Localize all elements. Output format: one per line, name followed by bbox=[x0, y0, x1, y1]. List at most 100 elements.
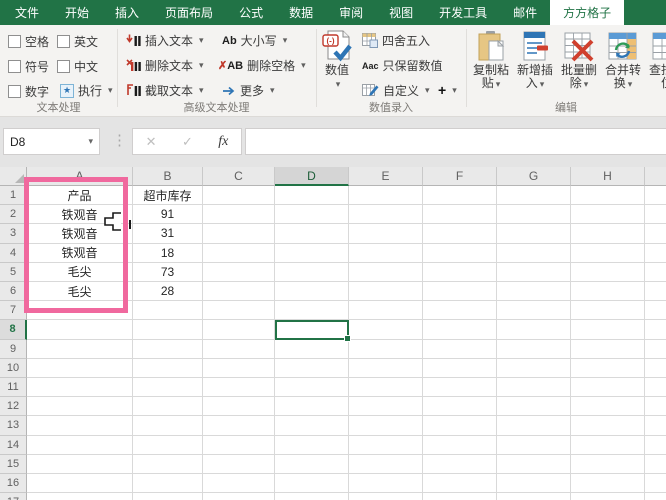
cell-G15[interactable] bbox=[497, 454, 571, 474]
cell-C14[interactable] bbox=[203, 435, 275, 455]
cell-H11[interactable] bbox=[571, 378, 645, 398]
cell-A15[interactable] bbox=[27, 454, 133, 474]
cell-F10[interactable] bbox=[423, 358, 497, 378]
cell-C2[interactable] bbox=[203, 205, 275, 225]
cell-H7[interactable] bbox=[571, 301, 645, 321]
row-header-13[interactable]: 13 bbox=[0, 416, 27, 436]
cell-B4[interactable]: 18 bbox=[133, 243, 203, 263]
cell-A12[interactable] bbox=[27, 397, 133, 417]
delete-space-button[interactable]: ✗AB 删除空格 bbox=[218, 57, 306, 74]
custom-button[interactable]: 自定义 bbox=[362, 82, 430, 99]
cell-C5[interactable] bbox=[203, 262, 275, 282]
cell-B2[interactable]: 91 bbox=[133, 205, 203, 225]
column-header-G[interactable]: G bbox=[497, 167, 571, 186]
cell-G2[interactable] bbox=[497, 205, 571, 225]
cell-B3[interactable]: 31 bbox=[133, 224, 203, 244]
cell-H8[interactable] bbox=[571, 320, 645, 340]
checkbox-english[interactable]: 英文 bbox=[57, 33, 98, 50]
cell-C17[interactable] bbox=[203, 493, 275, 500]
cell-G4[interactable] bbox=[497, 243, 571, 263]
insert-text-button[interactable]: 插入文本 bbox=[126, 32, 204, 49]
cell-A9[interactable] bbox=[27, 339, 133, 359]
cell-D7[interactable] bbox=[275, 301, 349, 321]
cell-F3[interactable] bbox=[423, 224, 497, 244]
cell-A5[interactable]: 毛尖 bbox=[27, 262, 133, 282]
cell-A2[interactable]: 铁观音 bbox=[27, 205, 133, 225]
cell-I12[interactable] bbox=[645, 397, 666, 417]
cell-B5[interactable]: 73 bbox=[133, 262, 203, 282]
cell-E5[interactable] bbox=[349, 262, 423, 282]
tab-page-layout[interactable]: 页面布局 bbox=[152, 0, 226, 25]
row-header-2[interactable]: 2 bbox=[0, 205, 27, 225]
cell-C6[interactable] bbox=[203, 282, 275, 302]
batch-delete-button[interactable]: 批量删 除 bbox=[556, 28, 602, 110]
cell-A3[interactable]: 铁观音 bbox=[27, 224, 133, 244]
cell-D11[interactable] bbox=[275, 378, 349, 398]
cell-D5[interactable] bbox=[275, 262, 349, 282]
cell-E8[interactable] bbox=[349, 320, 423, 340]
cell-I4[interactable] bbox=[645, 243, 666, 263]
tab-fangfanggezi[interactable]: 方方格子 bbox=[550, 0, 625, 25]
cell-B1[interactable]: 超市库存 bbox=[133, 186, 203, 206]
row-header-4[interactable]: 4 bbox=[0, 243, 27, 263]
cell-E10[interactable] bbox=[349, 358, 423, 378]
cell-G5[interactable] bbox=[497, 262, 571, 282]
cell-D10[interactable] bbox=[275, 358, 349, 378]
cell-C16[interactable] bbox=[203, 474, 275, 494]
cell-B9[interactable] bbox=[133, 339, 203, 359]
column-header-I[interactable]: I bbox=[645, 167, 666, 186]
round-button[interactable]: 四舍五入 bbox=[362, 32, 430, 49]
cell-H13[interactable] bbox=[571, 416, 645, 436]
cell-H15[interactable] bbox=[571, 454, 645, 474]
cell-C1[interactable] bbox=[203, 186, 275, 206]
cell-G12[interactable] bbox=[497, 397, 571, 417]
row-header-5[interactable]: 5 bbox=[0, 262, 27, 282]
cell-H17[interactable] bbox=[571, 493, 645, 500]
cell-C7[interactable] bbox=[203, 301, 275, 321]
cell-F17[interactable] bbox=[423, 493, 497, 500]
cell-D13[interactable] bbox=[275, 416, 349, 436]
cell-G10[interactable] bbox=[497, 358, 571, 378]
cell-I13[interactable] bbox=[645, 416, 666, 436]
tab-view[interactable]: 视图 bbox=[376, 0, 426, 25]
cell-B7[interactable] bbox=[133, 301, 203, 321]
cell-E11[interactable] bbox=[349, 378, 423, 398]
cell-H10[interactable] bbox=[571, 358, 645, 378]
cell-G3[interactable] bbox=[497, 224, 571, 244]
value-big-button[interactable]: (-) 数值 bbox=[315, 28, 359, 110]
cell-F9[interactable] bbox=[423, 339, 497, 359]
cell-G6[interactable] bbox=[497, 282, 571, 302]
cell-C10[interactable] bbox=[203, 358, 275, 378]
cell-F7[interactable] bbox=[423, 301, 497, 321]
cell-E13[interactable] bbox=[349, 416, 423, 436]
name-box[interactable]: D8 ▾ bbox=[3, 128, 100, 155]
cell-F6[interactable] bbox=[423, 282, 497, 302]
tab-formulas[interactable]: 公式 bbox=[226, 0, 276, 25]
row-header-17[interactable]: 17 bbox=[0, 493, 27, 500]
row-header-8[interactable]: 8 bbox=[0, 320, 27, 340]
cell-B15[interactable] bbox=[133, 454, 203, 474]
cell-D6[interactable] bbox=[275, 282, 349, 302]
cell-A10[interactable] bbox=[27, 358, 133, 378]
cell-C8[interactable] bbox=[203, 320, 275, 340]
cell-E1[interactable] bbox=[349, 186, 423, 206]
cell-F11[interactable] bbox=[423, 378, 497, 398]
checkbox-number[interactable]: 数字 bbox=[8, 83, 49, 100]
cell-I11[interactable] bbox=[645, 378, 666, 398]
cell-H3[interactable] bbox=[571, 224, 645, 244]
cell-C15[interactable] bbox=[203, 454, 275, 474]
name-box-dropdown-icon[interactable]: ▾ bbox=[88, 136, 93, 147]
cell-B11[interactable] bbox=[133, 378, 203, 398]
cell-G1[interactable] bbox=[497, 186, 571, 206]
cell-A7[interactable] bbox=[27, 301, 133, 321]
cell-B14[interactable] bbox=[133, 435, 203, 455]
cell-G9[interactable] bbox=[497, 339, 571, 359]
checkbox-icon[interactable] bbox=[57, 60, 70, 73]
checkbox-icon[interactable] bbox=[8, 60, 21, 73]
cell-A14[interactable] bbox=[27, 435, 133, 455]
tab-file[interactable]: 文件 bbox=[2, 0, 52, 25]
cancel-icon[interactable]: ✕ bbox=[146, 134, 157, 150]
keep-value-button[interactable]: Aac 只保留数值 bbox=[362, 57, 443, 74]
cell-E12[interactable] bbox=[349, 397, 423, 417]
row-header-6[interactable]: 6 bbox=[0, 282, 27, 302]
